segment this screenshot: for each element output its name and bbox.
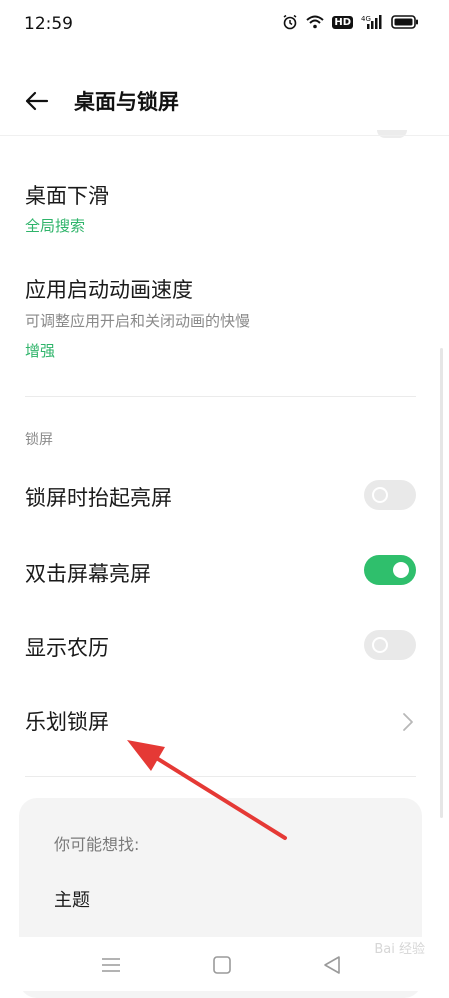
menu-icon[interactable] [100, 955, 122, 975]
section-divider [25, 776, 416, 777]
back-arrow-icon [25, 91, 49, 111]
lehua-lockscreen-label: 乐划锁屏 [25, 710, 109, 734]
toggle-knob [372, 487, 388, 503]
home-icon[interactable] [212, 955, 232, 975]
signal-icon: 4G [361, 15, 382, 29]
network-type-label: 4G [361, 15, 371, 23]
suggestions-title: 你可能想找: [54, 835, 140, 854]
status-icons: HD 4G [282, 14, 419, 30]
suggestion-item-theme[interactable]: 主题 [54, 886, 90, 912]
battery-icon [391, 15, 418, 29]
desktop-swipe-value: 全局搜索 [25, 217, 86, 235]
toggle-knob [372, 637, 388, 653]
desktop-swipe-title: 桌面下滑 [25, 184, 109, 208]
lunar-calendar-label: 显示农历 [25, 636, 109, 660]
toggle-knob [393, 562, 409, 578]
double-tap-wake-label: 双击屏幕亮屏 [25, 562, 151, 586]
scrollbar[interactable] [440, 348, 443, 818]
hd-badge: HD [332, 15, 353, 29]
status-bar: 12:59 HD 4G [0, 0, 449, 52]
chevron-right-icon [403, 713, 413, 731]
lock-section-label: 锁屏 [25, 432, 53, 448]
animation-speed-subtitle: 可调整应用开启和关闭动画的快慢 [25, 312, 251, 330]
alarm-icon [283, 14, 297, 30]
section-divider [25, 396, 416, 397]
wifi-icon [306, 15, 324, 29]
clock: 12:59 [24, 14, 73, 34]
back-triangle-icon[interactable] [322, 955, 342, 975]
page-title: 桌面与锁屏 [74, 90, 179, 114]
header-divider [0, 135, 449, 136]
animation-speed-value: 增强 [25, 342, 56, 360]
raise-to-wake-toggle[interactable] [364, 480, 416, 510]
animation-speed-title: 应用启动动画速度 [25, 278, 193, 302]
toggle-partial-offscreen[interactable] [377, 130, 407, 138]
back-button[interactable] [22, 86, 52, 116]
lunar-calendar-toggle[interactable] [364, 630, 416, 660]
raise-to-wake-label: 锁屏时抬起亮屏 [25, 486, 172, 510]
watermark: Bai 经验 [374, 942, 425, 957]
app-header: 桌面与锁屏 [0, 72, 449, 130]
double-tap-wake-toggle[interactable] [364, 555, 416, 585]
